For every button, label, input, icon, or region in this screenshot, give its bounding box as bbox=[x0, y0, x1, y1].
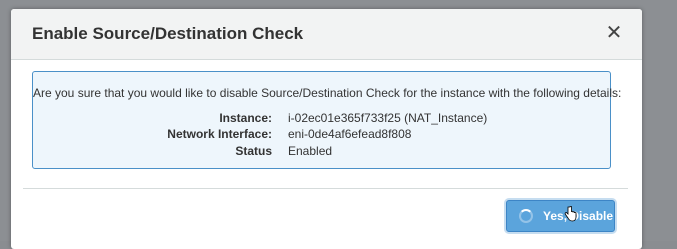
detail-value-status: Enabled bbox=[288, 144, 333, 158]
yes-disable-button[interactable]: Yes, Disable bbox=[506, 200, 615, 232]
detail-row-status: Status Enabled bbox=[33, 144, 610, 160]
detail-label-instance: Instance: bbox=[219, 111, 272, 125]
detail-row-instance: Instance: i-02ec01e365f733f25 (NAT_Insta… bbox=[33, 111, 610, 127]
detail-label-network-interface: Network Interface: bbox=[167, 127, 272, 141]
enable-source-dest-check-dialog: Enable Source/Destination Check ✕ Are yo… bbox=[11, 9, 642, 249]
spinner-icon bbox=[519, 209, 533, 223]
dialog-title: Enable Source/Destination Check bbox=[32, 24, 304, 43]
detail-row-network-interface: Network Interface: eni-0de4af6efead8f808 bbox=[33, 127, 610, 143]
dialog-header: Enable Source/Destination Check ✕ bbox=[11, 9, 642, 60]
close-icon[interactable]: ✕ bbox=[605, 23, 623, 43]
confirmation-message: Are you sure that you would like to disa… bbox=[33, 86, 622, 100]
info-alert-box: Are you sure that you would like to disa… bbox=[32, 71, 622, 169]
detail-value-network-interface: eni-0de4af6efead8f808 bbox=[288, 127, 412, 141]
yes-disable-button-label: Yes, Disable bbox=[543, 209, 614, 223]
detail-value-instance: i-02ec01e365f733f25 (NAT_Instance) bbox=[288, 111, 488, 125]
detail-label-status: Status bbox=[235, 144, 272, 158]
footer-divider bbox=[23, 188, 628, 189]
